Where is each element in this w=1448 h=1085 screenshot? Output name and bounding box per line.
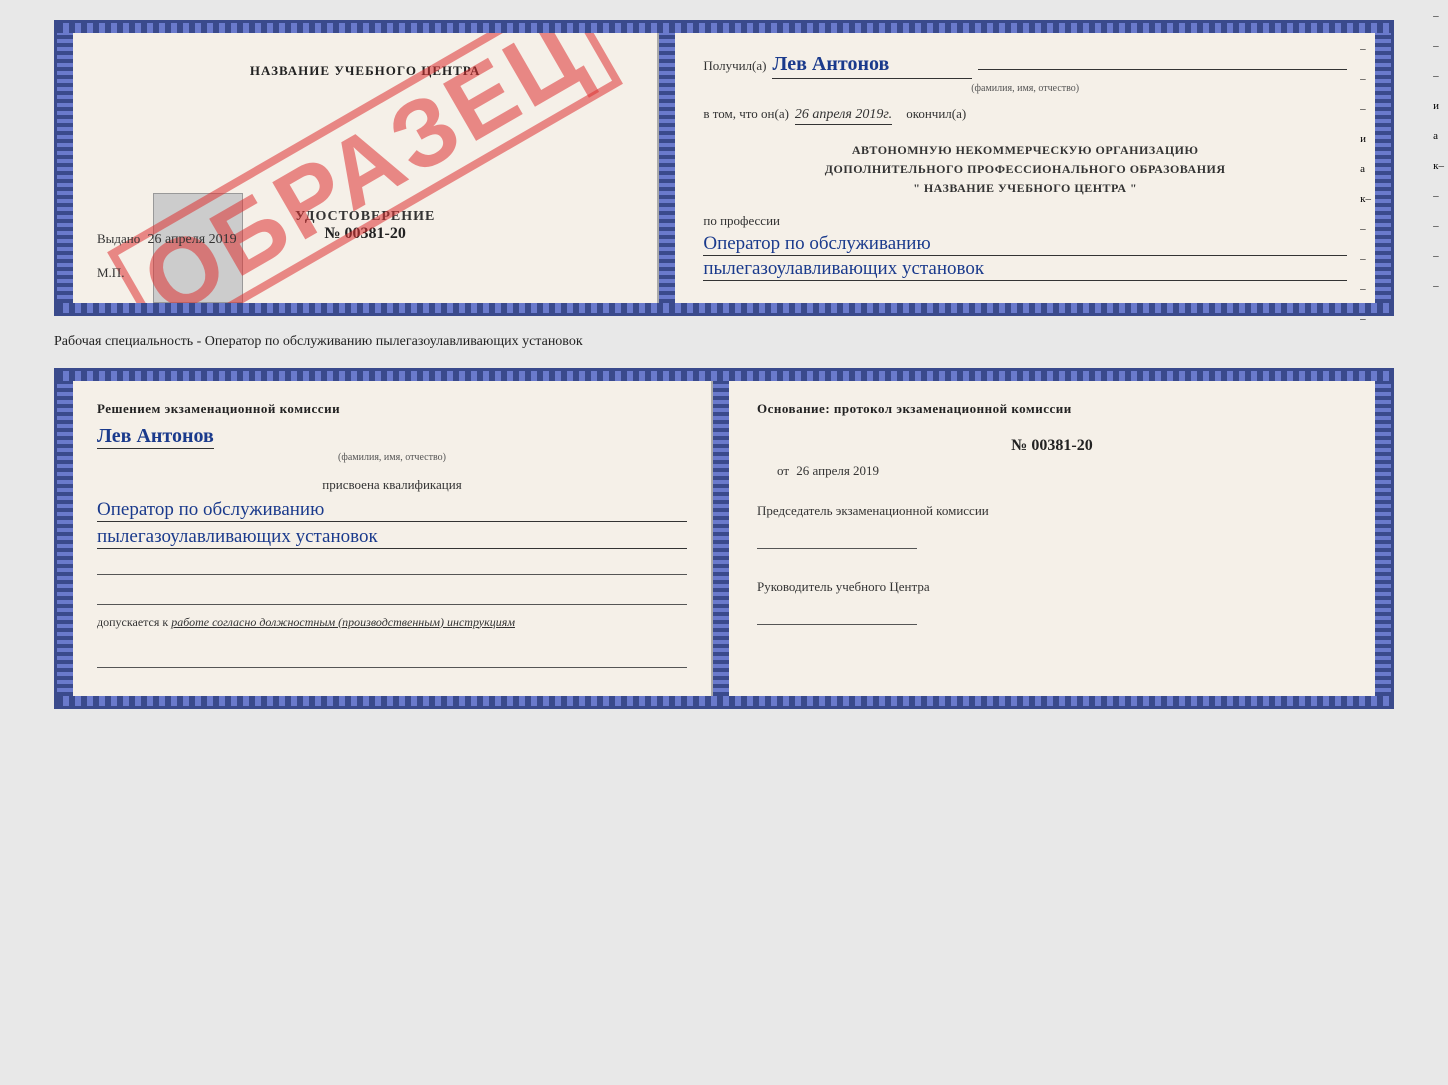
bottom-right-page: Основание: протокол экзаменационной коми… (729, 381, 1375, 696)
org-line1: АВТОНОМНУЮ НЕКОММЕРЧЕСКУЮ ОРГАНИЗАЦИЮ (703, 141, 1347, 160)
top-border-strip (57, 23, 1391, 33)
right-dash-3: – (1360, 103, 1371, 115)
center-spine-top (659, 33, 675, 303)
right-dash-b1: – (1433, 10, 1444, 22)
head-block: Руководитель учебного Центра (757, 579, 1347, 625)
protocol-date-value: 26 апреля 2019 (796, 463, 879, 478)
completed-date: 26 апреля 2019г. (795, 107, 892, 125)
profession-line2-bottom: пылегазоулавливающих установок (97, 526, 687, 549)
chairman-block: Председатель экзаменационной комиссии (757, 503, 1347, 549)
document-container: НАЗВАНИЕ УЧЕБНОГО ЦЕНТРА ОБРАЗЕЦ УДОСТОВ… (54, 20, 1394, 709)
org-line2: ДОПОЛНИТЕЛЬНОГО ПРОФЕССИОНАЛЬНОГО ОБРАЗО… (703, 160, 1347, 179)
in-that-line: в том, что он(а) 26 апреля 2019г. окончи… (703, 106, 1347, 125)
received-label: Получил(а) (703, 58, 766, 74)
head-signature-line (757, 603, 917, 625)
completed-label: окончил(а) (906, 106, 966, 122)
right-dash-5: – (1360, 253, 1371, 265)
profession-label: по профессии (703, 213, 1347, 229)
profession-line1-top: Оператор по обслуживанию (703, 233, 1347, 256)
recipient-name: Лев Антонов (772, 53, 972, 79)
received-line: Получил(а) Лев Антонов (703, 53, 1347, 79)
right-char-к: к– (1360, 193, 1371, 205)
org-line3: " НАЗВАНИЕ УЧЕБНОГО ЦЕНТРА " (703, 179, 1347, 198)
right-dash-b5: – (1433, 220, 1444, 232)
top-certificate-book: НАЗВАНИЕ УЧЕБНОГО ЦЕНТРА ОБРАЗЕЦ УДОСТОВ… (54, 20, 1394, 316)
head-label: Руководитель учебного Центра (757, 579, 1347, 595)
fio-hint-bottom: (фамилия, имя, отчество) (97, 452, 687, 463)
blank-line-1 (97, 553, 687, 575)
middle-caption-text: Рабочая специальность - Оператор по обсл… (54, 334, 583, 349)
training-center-title: НАЗВАНИЕ УЧЕБНОГО ЦЕНТРА (97, 63, 633, 79)
left-spine-strip-bottom (57, 381, 73, 696)
right-char-а: а (1360, 163, 1371, 175)
допускается-value: работе согласно должностным (производств… (171, 615, 515, 629)
right-char-б-к: к– (1433, 160, 1444, 172)
osnovanje-title: Основание: протокол экзаменационной коми… (757, 401, 1347, 417)
right-char-б-а: а (1433, 130, 1444, 142)
blank-line-3 (97, 646, 687, 668)
org-block: АВТОНОМНУЮ НЕКОММЕРЧЕСКУЮ ОРГАНИЗАЦИЮ ДО… (703, 141, 1347, 199)
right-dash-7: – (1360, 313, 1371, 325)
issued-date: 26 апреля 2019 (148, 232, 237, 247)
top-border-strip-bottom (57, 371, 1391, 381)
blank-line-2 (97, 583, 687, 605)
assigned-qual-label: присвоена квалификация (97, 477, 687, 493)
right-dash-4: – (1360, 223, 1371, 235)
fio-hint-top: (фамилия, имя, отчество) (703, 83, 1347, 94)
profession-line2-top: пылегазоулавливающих установок (703, 258, 1347, 281)
right-spine-strip-top (1375, 33, 1391, 303)
in-that-label: в том, что он(а) (703, 106, 789, 122)
допускается-label: допускается к (97, 615, 168, 629)
right-char-б-и: и (1433, 100, 1444, 112)
center-spine-bottom (713, 381, 729, 696)
допускается-line: допускается к работе согласно должностны… (97, 615, 687, 630)
right-dash-2: – (1360, 73, 1371, 85)
right-dash-b7: – (1433, 280, 1444, 292)
right-dash-b2: – (1433, 40, 1444, 52)
bottom-recipient-name: Лев Антонов (97, 425, 214, 449)
bottom-left-page: Решением экзаменационной комиссии Лев Ан… (73, 381, 713, 696)
issued-label: Выдано (97, 231, 140, 246)
bottom-border-strip-top (57, 303, 1391, 313)
right-dash-b3: – (1433, 70, 1444, 82)
bottom-certificate-book: Решением экзаменационной комиссии Лев Ан… (54, 368, 1394, 709)
protocol-date-prefix: от (777, 463, 789, 478)
mp-line: М.П. (97, 265, 124, 281)
bottom-border-strip-bottom (57, 696, 1391, 706)
right-dash-6: – (1360, 283, 1371, 295)
issued-date-line: Выдано 26 апреля 2019 (97, 231, 237, 248)
chairman-signature-line (757, 527, 917, 549)
right-char-и: и (1360, 133, 1371, 145)
top-left-page: НАЗВАНИЕ УЧЕБНОГО ЦЕНТРА ОБРАЗЕЦ УДОСТОВ… (73, 33, 659, 303)
left-spine-strip (57, 33, 73, 303)
protocol-number: № 00381-20 (757, 437, 1347, 455)
chairman-label: Председатель экзаменационной комиссии (757, 503, 1347, 519)
top-right-page: Получил(а) Лев Антонов (фамилия, имя, от… (675, 33, 1375, 303)
decision-title: Решением экзаменационной комиссии (97, 401, 687, 417)
right-dash-b4: – (1433, 190, 1444, 202)
photo-placeholder (153, 193, 243, 303)
right-dash-b6: – (1433, 250, 1444, 262)
profession-line1-bottom: Оператор по обслуживанию (97, 499, 687, 522)
name-dash (978, 69, 1347, 70)
right-spine-strip-bottom (1375, 381, 1391, 696)
middle-caption: Рабочая специальность - Оператор по обсл… (54, 328, 1394, 356)
right-dash-1: – (1360, 43, 1371, 55)
protocol-date: от 26 апреля 2019 (757, 463, 1347, 479)
